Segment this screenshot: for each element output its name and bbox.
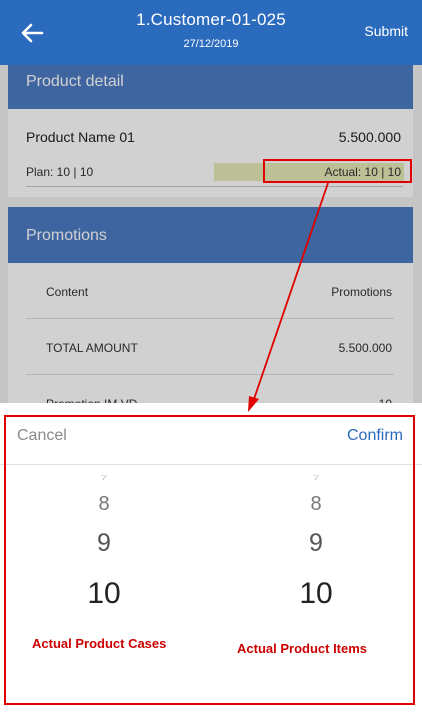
app-screen: 1.Customer-01-025 27/12/2019 Submit Prod… bbox=[0, 0, 422, 723]
page-title: 1.Customer-01-025 bbox=[136, 10, 286, 29]
annotation-actual-box bbox=[263, 159, 412, 183]
modal-backdrop[interactable] bbox=[0, 65, 422, 403]
submit-button[interactable]: Submit bbox=[364, 23, 408, 39]
annotation-picker-box bbox=[4, 415, 415, 705]
app-header: 1.Customer-01-025 27/12/2019 Submit bbox=[0, 0, 422, 65]
page-date: 27/12/2019 bbox=[183, 38, 239, 50]
